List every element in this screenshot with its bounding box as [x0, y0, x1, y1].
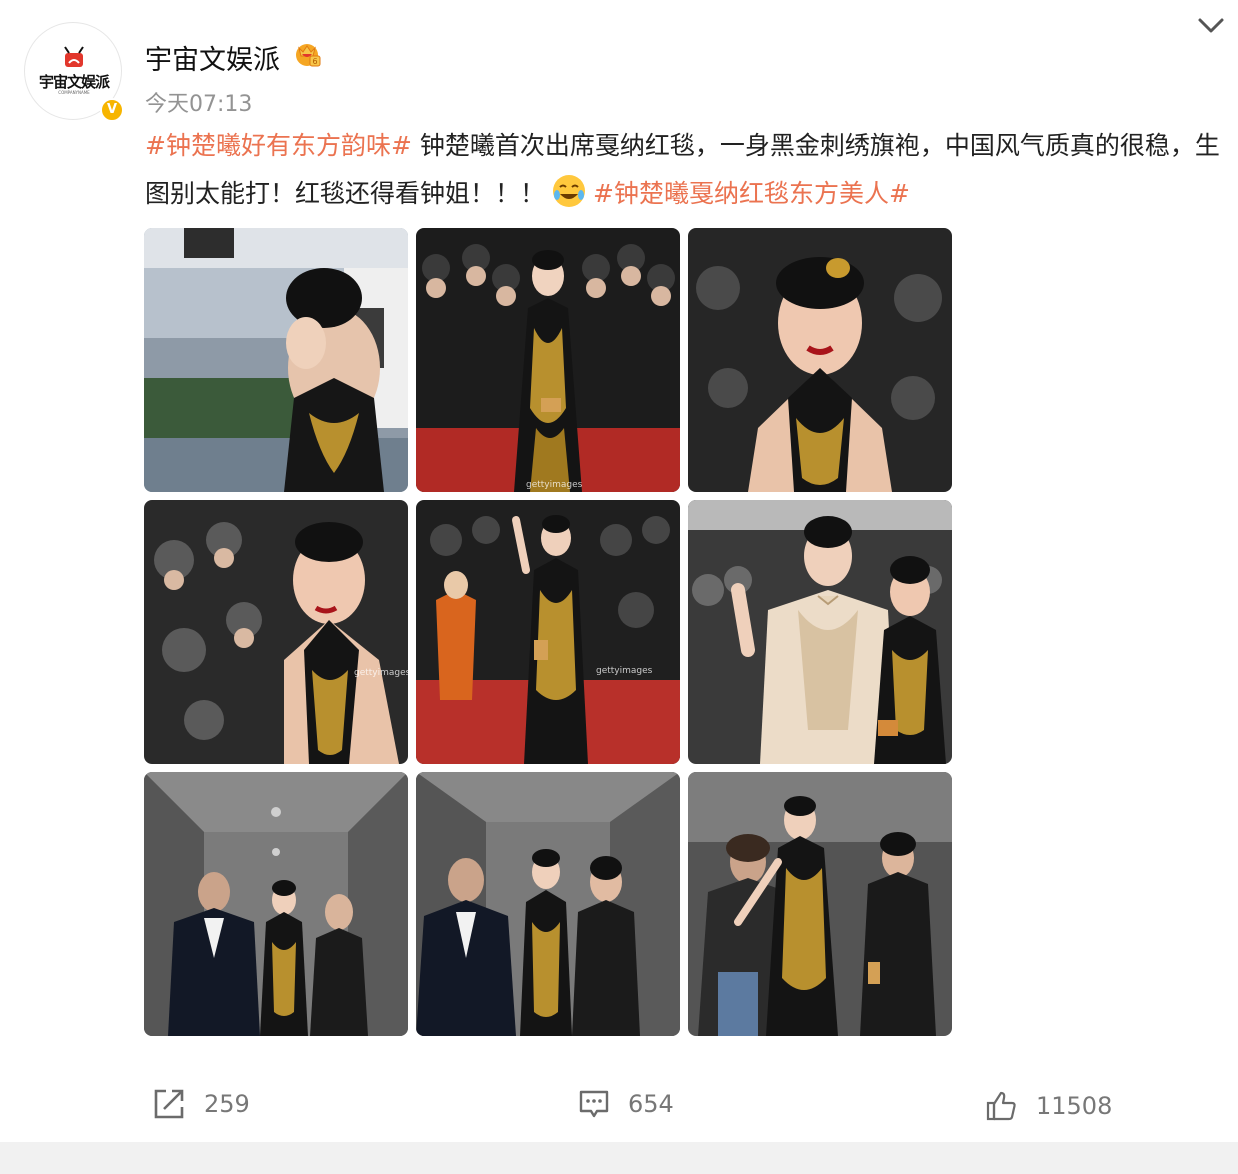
photo-watermark: gettyimages — [526, 480, 583, 490]
hashtag-link[interactable]: #钟楚曦戛纳红毯东方美人# — [593, 179, 910, 208]
repost-count: 259 — [204, 1090, 250, 1118]
photo-image — [416, 500, 680, 764]
photo-thumbnail[interactable] — [688, 772, 952, 1036]
post-timestamp: 今天07:13 — [145, 92, 253, 117]
weibo-post: 宇宙文娱派 COMPANYNAME V 宇宙文娱派 6 今天07:13 #钟楚曦… — [0, 0, 1238, 1174]
like-button[interactable]: 11508 — [986, 1086, 1112, 1126]
photo-watermark: gettyimages — [596, 666, 653, 676]
photo-image — [416, 772, 680, 1036]
photo-image — [144, 500, 408, 764]
photo-thumbnail[interactable]: gettyimages — [144, 500, 408, 764]
photo-thumbnail[interactable] — [144, 228, 408, 492]
share-icon — [154, 1089, 184, 1119]
photo-thumbnail[interactable] — [688, 500, 952, 764]
svg-text:6: 6 — [312, 57, 317, 66]
hashtag-link[interactable]: #钟楚曦好有东方韵味# — [145, 131, 412, 160]
photo-thumbnail[interactable]: gettyimages — [416, 228, 680, 492]
photo-image — [144, 228, 408, 492]
avatar-logo-text: 宇宙文娱派 — [38, 73, 110, 91]
photo-thumbnail[interactable]: gettyimages — [416, 500, 680, 764]
photo-image — [688, 228, 952, 492]
post-body: #钟楚曦好有东方韵味# 钟楚曦首次出席戛纳红毯，一身黑金刺绣旗袍，中国风气质真的… — [145, 122, 1230, 218]
username[interactable]: 宇宙文娱派 — [145, 38, 280, 77]
laughing-crying-emoji-icon — [553, 175, 586, 207]
avatar-subtext: COMPANYNAME — [58, 90, 90, 95]
chevron-down-icon[interactable] — [1196, 14, 1226, 38]
like-count: 11508 — [1036, 1092, 1113, 1120]
feed-separator — [0, 1142, 1238, 1174]
comment-icon — [579, 1090, 609, 1118]
photo-thumbnail[interactable] — [688, 228, 952, 492]
photo-image — [416, 228, 680, 492]
photo-watermark: gettyimages — [354, 668, 408, 678]
verified-badge-icon: V — [100, 98, 124, 122]
photo-image — [688, 500, 952, 764]
comment-button[interactable]: 654 — [578, 1084, 674, 1124]
repost-button[interactable]: 259 — [152, 1084, 250, 1124]
photo-image — [144, 772, 408, 1036]
photo-thumbnail[interactable] — [416, 772, 680, 1036]
photo-image — [688, 772, 952, 1036]
comment-count: 654 — [628, 1090, 674, 1118]
thumbs-up-icon — [986, 1091, 1016, 1121]
vip-crown-icon[interactable]: 6 — [292, 40, 322, 68]
photo-thumbnail[interactable] — [144, 772, 408, 1036]
photo-grid: gettyimages gettyimages gettyimages — [144, 228, 952, 1036]
